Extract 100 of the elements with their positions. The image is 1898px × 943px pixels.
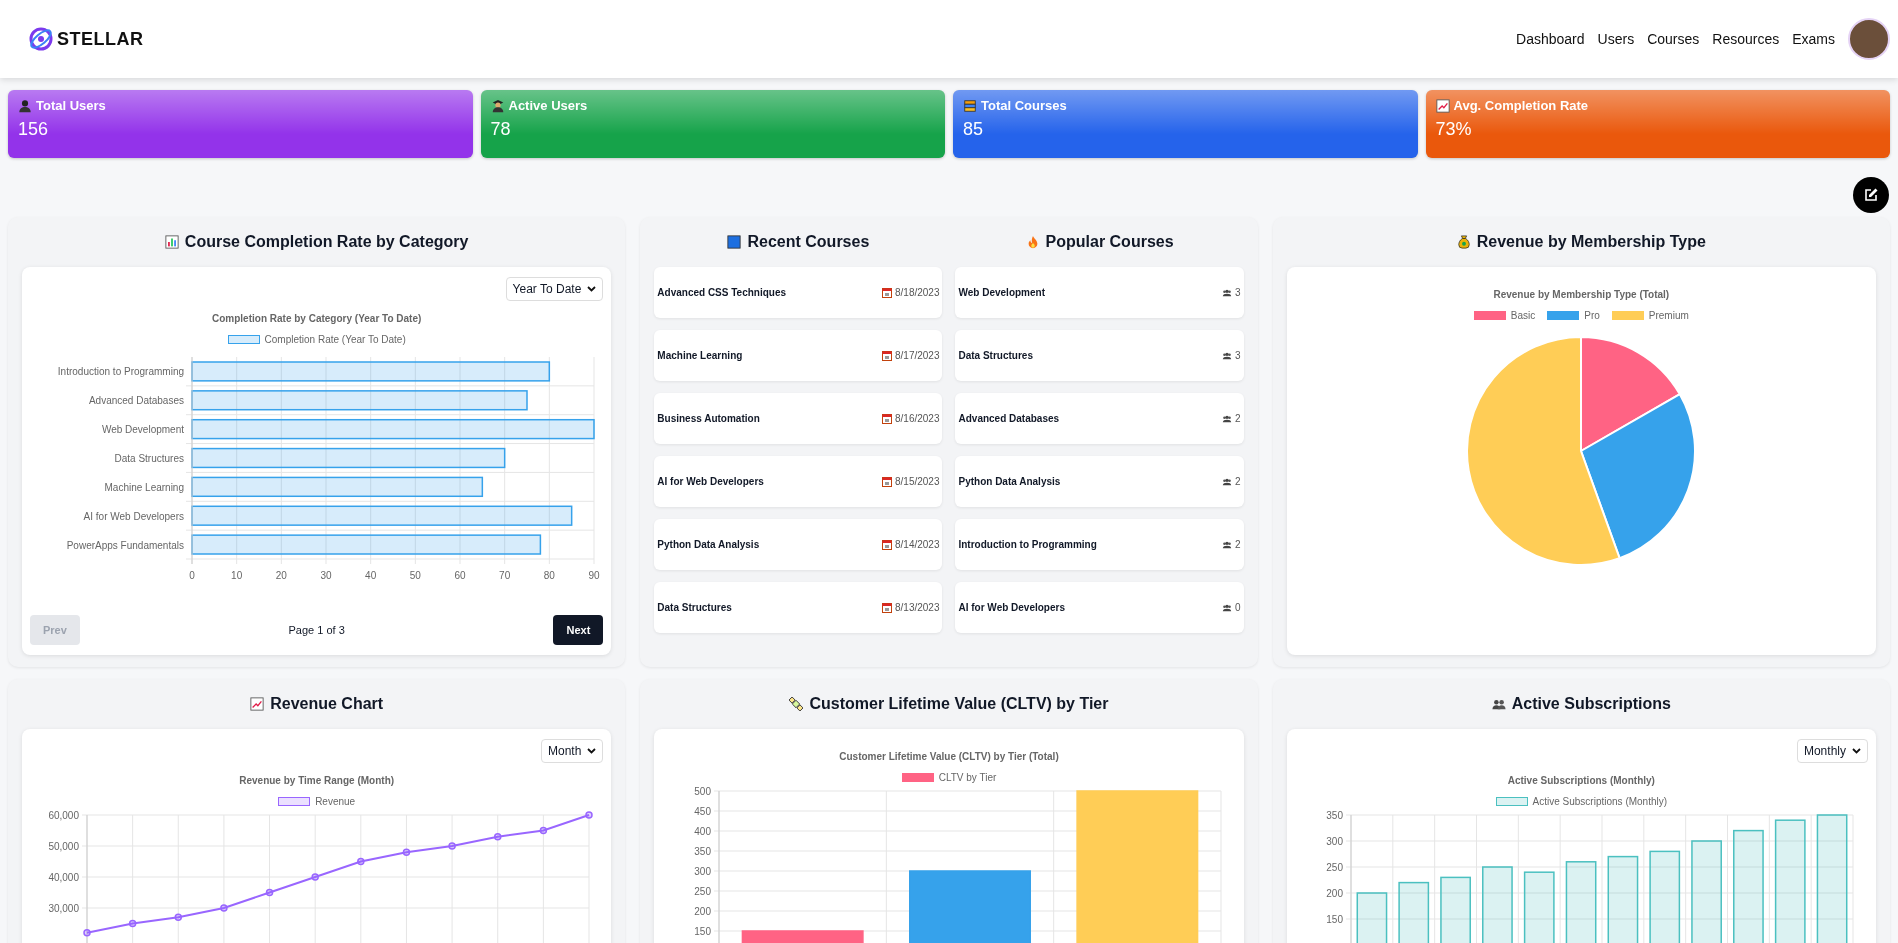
data-point — [356, 857, 365, 866]
course-name: Machine Learning — [657, 350, 743, 361]
axis-tick-label: 90 — [588, 570, 600, 581]
bar-chart-icon — [164, 235, 179, 249]
course-date: 8/17/2023 — [895, 350, 940, 361]
legend-label: Basic — [1510, 310, 1536, 321]
nav-link[interactable]: Courses — [1647, 31, 1700, 47]
legend-swatch — [1547, 311, 1580, 320]
calendar-icon — [882, 602, 892, 613]
course-item[interactable]: Data Structures 3 — [955, 330, 1244, 381]
card-title: Revenue by Membership Type — [1476, 233, 1706, 251]
calendar-icon — [882, 350, 892, 361]
axis-tick-label: 40 — [364, 570, 376, 581]
users-icon — [1222, 539, 1233, 550]
course-name: Data Structures — [958, 350, 1033, 361]
enrollment-count: 2 — [1235, 413, 1241, 424]
category-label: AI for Web Developers — [83, 510, 184, 522]
stat-label: Total Courses — [981, 98, 1067, 113]
axis-tick-label: 30,000 — [48, 902, 79, 914]
course-date: 8/18/2023 — [895, 287, 940, 298]
data-point — [539, 826, 547, 835]
card-title: Active Subscriptions — [1511, 695, 1671, 713]
enrollment-count: 0 — [1235, 602, 1241, 613]
range-select[interactable]: Monthly — [1796, 739, 1868, 763]
course-item[interactable]: Web Development 3 — [955, 267, 1244, 318]
course-item[interactable]: Advanced CSS Techniques 8/18/2023 — [654, 267, 943, 318]
axis-tick-label: 300 — [1326, 835, 1344, 847]
logo-text: STELLAR — [57, 28, 144, 50]
course-name: Advanced CSS Techniques — [657, 287, 787, 298]
card-title: Revenue Chart — [270, 695, 384, 713]
legend-swatch — [1495, 797, 1528, 806]
users-icon — [1222, 350, 1233, 361]
stat-label: Avg. Completion Rate — [1453, 98, 1589, 113]
course-item[interactable]: AI for Web Developers 8/15/2023 — [654, 456, 943, 507]
axis-tick-label: 50,000 — [48, 840, 79, 852]
card-title: Popular Courses — [1045, 233, 1174, 251]
calendar-icon — [882, 413, 892, 424]
chart-title: Customer Lifetime Value (CLTV) by Tier (Total) — [839, 751, 1059, 762]
category-label: Machine Learning — [104, 481, 184, 493]
data-point — [402, 848, 410, 856]
axis-tick-label: 10 — [230, 570, 242, 581]
avatar[interactable] — [1848, 18, 1890, 60]
course-date: 8/15/2023 — [895, 476, 940, 487]
bar — [1524, 871, 1555, 943]
axis-tick-label: 70 — [498, 570, 510, 581]
bar — [1440, 876, 1472, 943]
nav-link[interactable]: Dashboard — [1516, 31, 1585, 47]
legend-label: CLTV by Tier — [938, 772, 997, 783]
edit-button[interactable] — [1853, 177, 1889, 213]
stat-value: 78 — [490, 119, 511, 140]
course-item[interactable]: Python Data Analysis 8/14/2023 — [654, 519, 943, 570]
range-select[interactable]: Year To Date — [505, 277, 604, 301]
axis-tick-label: 500 — [694, 785, 711, 797]
axis-tick-label: 150 — [694, 925, 711, 937]
course-item[interactable]: Introduction to Programming 2 — [955, 519, 1244, 570]
logo-icon — [28, 26, 54, 52]
line-chart-icon — [1435, 98, 1450, 113]
course-item[interactable]: Machine Learning 8/17/2023 — [654, 330, 943, 381]
stat-label: Total Users — [36, 98, 106, 113]
caret-icon — [587, 286, 597, 292]
chart-title: Revenue by Time Range (Month) — [239, 775, 395, 786]
enrollment-count: 3 — [1235, 287, 1241, 298]
range-select[interactable]: Month — [540, 739, 604, 763]
course-item[interactable]: Business Automation 8/16/2023 — [654, 393, 943, 444]
money-bag-icon — [1456, 235, 1471, 249]
course-date: 8/14/2023 — [895, 539, 940, 550]
enrollment-count: 3 — [1235, 350, 1241, 361]
legend-label: Pro — [1584, 310, 1600, 321]
stat-value: 156 — [18, 119, 49, 140]
course-item[interactable]: Data Structures 8/13/2023 — [654, 582, 943, 633]
course-item[interactable]: Advanced Databases 2 — [955, 393, 1244, 444]
data-point — [82, 929, 91, 937]
chart-title: Completion Rate by Category (Year To Date) — [212, 313, 422, 324]
axis-tick-label: 0 — [188, 570, 195, 581]
course-name: AI for Web Developers — [958, 602, 1065, 613]
category-label: Data Structures — [114, 453, 184, 464]
card-title: Course Completion Rate by Category — [184, 233, 469, 251]
axis-tick-label: 50 — [409, 570, 421, 581]
legend-label: Completion Rate (Year To Date) — [264, 334, 406, 345]
data-point — [311, 873, 319, 881]
course-item[interactable]: AI for Web Developers 0 — [955, 582, 1244, 633]
legend-swatch — [901, 773, 934, 782]
axis-tick-label: 60 — [454, 570, 466, 581]
nav-link[interactable]: Resources — [1712, 31, 1780, 47]
course-item[interactable]: Python Data Analysis 2 — [955, 456, 1244, 507]
nav-link[interactable]: Users — [1597, 31, 1635, 47]
enrollment-count: 2 — [1235, 539, 1241, 550]
edit-icon — [1863, 187, 1879, 203]
users-icon — [1222, 602, 1233, 613]
course-name: Data Structures — [657, 602, 732, 613]
nav-link[interactable]: Exams — [1792, 31, 1835, 47]
category-label: PowerApps Fundamentals — [66, 539, 184, 551]
axis-tick-label: 400 — [694, 825, 711, 837]
data-point — [128, 919, 137, 928]
category-label: Web Development — [101, 424, 184, 436]
axis-tick-label: 40,000 — [48, 871, 79, 883]
legend-label: Active Subscriptions (Monthly) — [1532, 796, 1668, 807]
next-button[interactable]: Next — [553, 615, 604, 645]
bar — [1356, 892, 1388, 943]
card-title: Recent Courses — [747, 233, 870, 251]
